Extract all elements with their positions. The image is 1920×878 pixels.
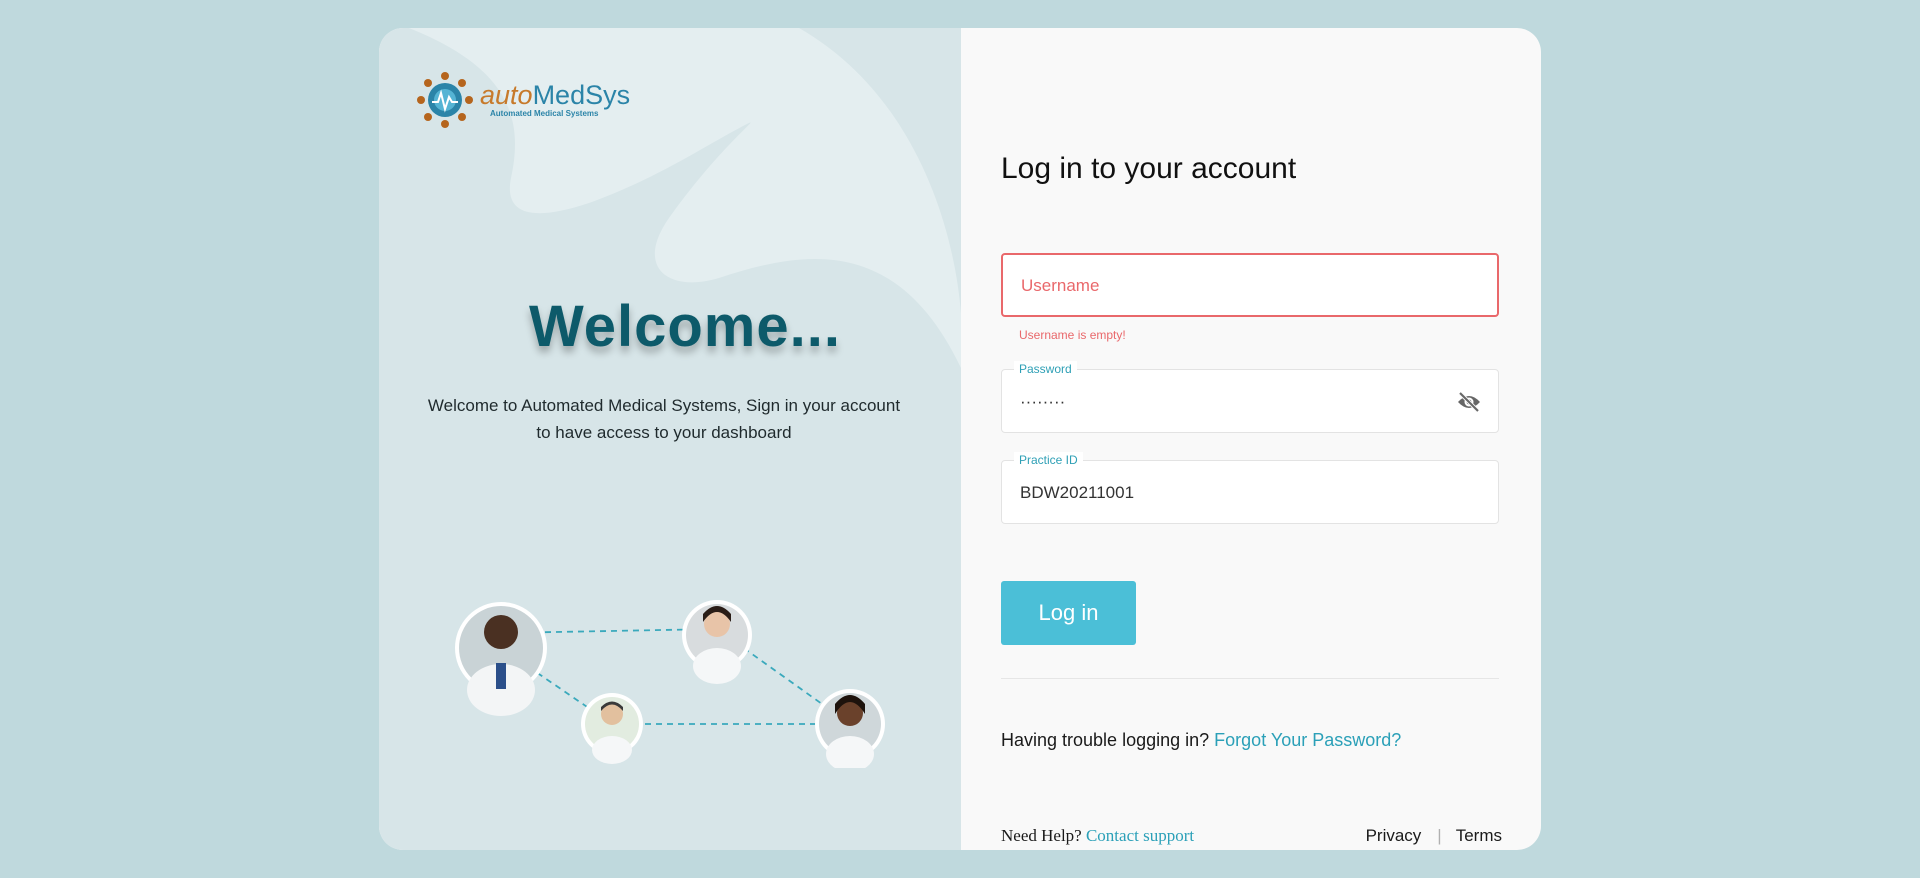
help-text: Need Help? [1001,826,1082,845]
forgot-password-link[interactable]: Forgot Your Password? [1214,730,1401,750]
logo-medsys-text: MedSys [532,80,631,110]
logo-auto-text: auto [480,80,533,110]
login-button[interactable]: Log in [1001,581,1136,645]
welcome-panel: autoMedSys Automated Medical Systems Wel… [379,28,961,850]
username-field [1001,253,1499,317]
practice-id-input[interactable] [1018,461,1442,525]
logo-emblem-icon [417,72,473,128]
username-error-message: Username is empty! [1019,328,1126,342]
form-title: Log in to your account [1001,152,1297,185]
doctor-avatar-3-icon [581,693,643,764]
logo: autoMedSys Automated Medical Systems [416,71,630,129]
logo-tagline: Automated Medical Systems [490,109,599,118]
need-help: Need Help? Contact support [1001,826,1194,846]
doctor-network-illustration [455,600,885,768]
trouble-logging-in: Having trouble logging in? Forgot Your P… [1001,730,1401,751]
username-input[interactable] [1019,255,1443,317]
doctor-avatar-1-icon [455,602,547,716]
privacy-link[interactable]: Privacy [1366,826,1422,846]
eye-off-icon[interactable] [1456,391,1482,413]
trouble-text: Having trouble logging in? [1001,730,1210,750]
terms-link[interactable]: Terms [1456,826,1502,846]
footer-links: Privacy | Terms [1366,826,1502,846]
contact-support-link[interactable]: Contact support [1086,826,1194,845]
login-card: autoMedSys Automated Medical Systems Wel… [379,28,1541,850]
doctor-avatar-4-icon [815,689,885,768]
password-field: Password [1001,361,1499,434]
practice-id-field: Practice ID [1001,452,1499,525]
welcome-description: Welcome to Automated Medical Systems, Si… [427,396,901,442]
doctor-avatar-2-icon [682,600,752,684]
footer-separator: | [1437,826,1442,845]
divider [1001,678,1499,679]
welcome-title: Welcome... [529,294,841,359]
login-form-panel: Log in to your account Username is empty… [961,28,1541,850]
password-input[interactable] [1018,370,1442,434]
